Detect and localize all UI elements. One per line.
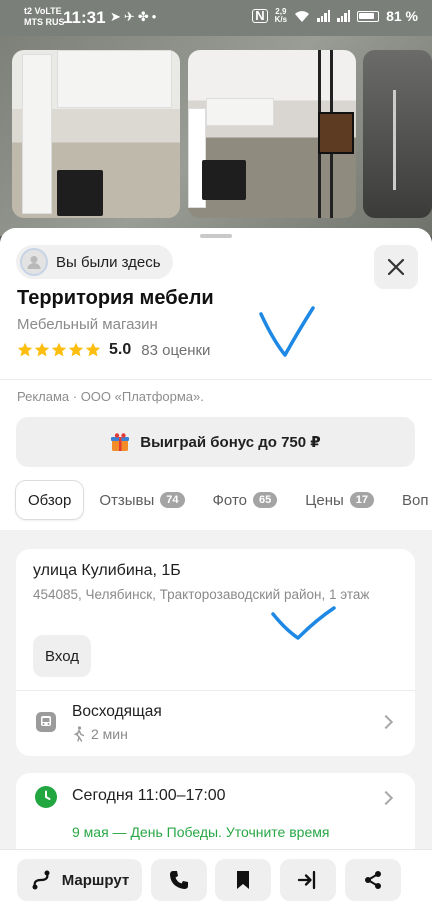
street-address[interactable]: улица Кулибина, 1Б (33, 562, 181, 580)
bonus-label: Выиграй бонус до 750 ₽ (140, 434, 321, 451)
divider (16, 690, 415, 691)
route-button[interactable]: Маршрут (17, 859, 142, 901)
wifi-icon (295, 10, 310, 22)
nfc-icon: N (252, 9, 268, 23)
close-button[interactable] (374, 245, 418, 289)
bookmark-icon (237, 871, 249, 889)
ad-disclaimer: Реклама · ООО «Платформа». (17, 389, 204, 404)
entrance-button[interactable]: Вход (33, 635, 91, 677)
gift-icon (111, 433, 130, 451)
tab-label: Отзывы (99, 491, 155, 509)
tab-label: Цены (305, 491, 344, 509)
tab-photos[interactable]: Фото 65 (201, 481, 290, 519)
star-icon (68, 342, 84, 357)
star-icon (85, 342, 101, 357)
share-icon (365, 871, 381, 889)
count-badge: 65 (253, 492, 278, 508)
stop-name[interactable]: Восходящая (72, 703, 162, 721)
visited-label: Вы были здесь (56, 253, 161, 271)
star-icon (51, 342, 67, 357)
place-category: Мебельный магазин (17, 316, 158, 333)
gallery-photo[interactable] (12, 50, 180, 218)
rating-stars (17, 342, 101, 358)
tab-questions[interactable]: Воп (390, 481, 432, 519)
login-icon (297, 870, 316, 890)
chevron-right-icon[interactable] (378, 790, 394, 806)
tab-overview[interactable]: Обзор (16, 481, 84, 519)
hours-today: Сегодня 11:00–17:00 (72, 787, 226, 804)
tab-label: Обзор (28, 491, 72, 509)
battery-percent: 81 % (386, 8, 418, 24)
battery-icon (357, 10, 380, 22)
rating-value: 5.0 (109, 341, 132, 358)
check-mark-icon (259, 306, 315, 357)
close-icon (387, 258, 405, 276)
pinwheel-icon: ✤ (137, 9, 152, 24)
carrier-bottom: MTS RUS (24, 17, 65, 27)
walking-icon (74, 726, 85, 742)
bottom-action-bar: Маршрут (0, 849, 432, 912)
status-right: N 2,9 K/s 81 % (252, 8, 418, 24)
tab-reviews[interactable]: Отзывы 74 (87, 481, 196, 519)
visited-chip[interactable]: Вы были здесь (16, 245, 173, 279)
arrow-icon: ➤ (110, 9, 124, 24)
route-icon (32, 870, 50, 890)
place-card-sheet: Вы были здесь Территория мебели Мебельны… (0, 228, 432, 912)
place-title: Территория мебели (17, 287, 214, 309)
gallery-photo[interactable] (188, 50, 356, 218)
tab-label: Фото (212, 491, 247, 509)
rating-count: 83 оценки (141, 341, 211, 359)
gallery-photo[interactable] (363, 50, 432, 218)
avatar (20, 248, 48, 276)
walk-time-value: 2 мин (91, 726, 128, 742)
divider (0, 379, 432, 380)
count-badge: 74 (160, 492, 185, 508)
rating-row[interactable]: 5.0 83 оценки (17, 341, 210, 359)
place-header: Вы были здесь Территория мебели Мебельны… (0, 228, 432, 530)
walk-time: 2 мин (73, 726, 128, 742)
address-card: улица Кулибина, 1Б 454085, Челябинск, Тр… (16, 549, 415, 756)
clock-time: 11:31 (63, 8, 106, 27)
tab-prices[interactable]: Цены 17 (293, 481, 386, 519)
photo-gallery[interactable] (0, 36, 432, 236)
star-icon (34, 342, 50, 357)
bonus-button[interactable]: Выиграй бонус до 750 ₽ (16, 417, 415, 467)
entrance-label: Вход (45, 647, 79, 665)
clock-icon (35, 786, 57, 808)
address-details: 454085, Челябинск, Тракторозаводский рай… (33, 587, 370, 602)
carrier-top: t2 VoLTE (24, 6, 62, 16)
signal-icon-2 (337, 10, 351, 22)
check-mark-icon (271, 606, 336, 640)
enter-button[interactable] (280, 859, 336, 901)
bookmark-button[interactable] (215, 859, 271, 901)
route-label: Маршрут (61, 871, 130, 889)
phone-icon (170, 871, 188, 889)
tab-label: Воп (402, 491, 429, 509)
notification-icons: ➤✈✤• (110, 9, 159, 25)
star-icon (17, 342, 33, 357)
user-icon (27, 256, 41, 269)
bus-stop-icon (36, 712, 56, 732)
sheet-drag-handle[interactable] (200, 234, 232, 238)
call-button[interactable] (151, 859, 207, 901)
dot-icon: • (151, 9, 160, 24)
signal-icon (317, 10, 331, 22)
share-button[interactable] (345, 859, 401, 901)
network-speed: 2,9 K/s (275, 8, 287, 24)
chevron-right-icon[interactable] (378, 714, 394, 730)
tab-bar: Обзор Отзывы 74 Фото 65 Цены 17 Воп (16, 481, 432, 519)
speed-unit: K/s (274, 15, 288, 24)
status-bar: t2 VoLTE MTS RUS 11:31 ➤✈✤• N 2,9 K/s 81… (0, 0, 432, 36)
carrier-info: t2 VoLTE MTS RUS (24, 6, 65, 28)
count-badge: 17 (349, 492, 375, 508)
holiday-note: 9 мая — День Победы. Уточните время (72, 824, 330, 840)
telegram-icon: ✈ (123, 9, 138, 24)
